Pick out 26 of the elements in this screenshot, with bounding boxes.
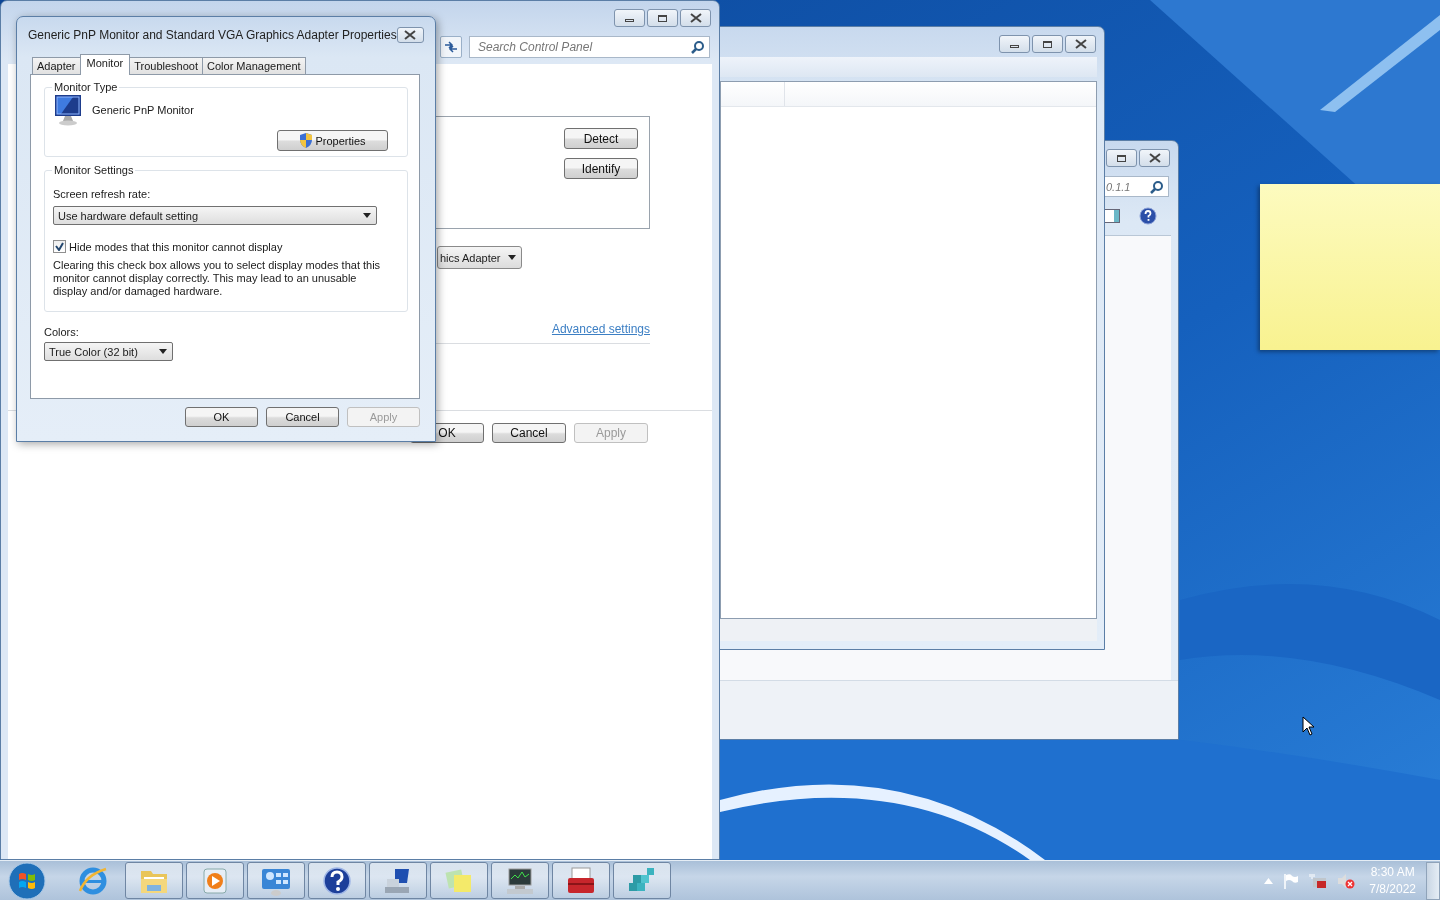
tab[interactable]: Monitor bbox=[79, 54, 131, 75]
tab[interactable]: Adapter bbox=[32, 57, 81, 74]
field-label: Colors: bbox=[44, 326, 80, 338]
search-field[interactable]: Search Control Panel bbox=[469, 36, 710, 58]
window-title: Generic PnP Monitor and Standard VGA Graphics Adapter Properties bbox=[28, 27, 397, 42]
tab[interactable]: Color Management bbox=[202, 57, 306, 74]
detect-button[interactable]: Detect bbox=[564, 128, 638, 149]
search-field[interactable]: 0.1.1 bbox=[1105, 176, 1169, 197]
checkbox-label[interactable]: Hide modes that this monitor cannot display bbox=[69, 240, 283, 253]
tab[interactable]: Troubleshoot bbox=[129, 57, 204, 74]
dialog-button[interactable]: OK bbox=[185, 407, 258, 427]
warning-text: Clearing this check box allows you to select display modes that this monitor cannot display correctly. This may lead to an unusable display and/or damaged hardware. bbox=[53, 259, 382, 298]
display-dropdown[interactable]: hics Adapter bbox=[437, 246, 522, 269]
refresh-rate-dropdown[interactable]: Use hardware default setting bbox=[53, 206, 377, 225]
dialog-button[interactable]: Cancel bbox=[492, 423, 566, 443]
properties-button[interactable]: Properties bbox=[277, 130, 388, 151]
clock-date: 7/8/2022 bbox=[1369, 880, 1416, 898]
advanced-settings-link[interactable]: Advanced settings bbox=[551, 322, 650, 336]
monitor-name: Generic PnP Monitor bbox=[92, 104, 194, 116]
group-heading: Monitor Type bbox=[53, 81, 119, 93]
colors-dropdown[interactable]: True Color (32 bit) bbox=[44, 342, 173, 361]
dialog-button[interactable]: Cancel bbox=[266, 407, 339, 427]
field-label: Screen refresh rate: bbox=[53, 188, 152, 200]
group-heading: Monitor Settings bbox=[53, 164, 135, 176]
clock-time: 8:30 AM bbox=[1370, 863, 1415, 881]
identify-button[interactable]: Identify bbox=[564, 158, 638, 179]
